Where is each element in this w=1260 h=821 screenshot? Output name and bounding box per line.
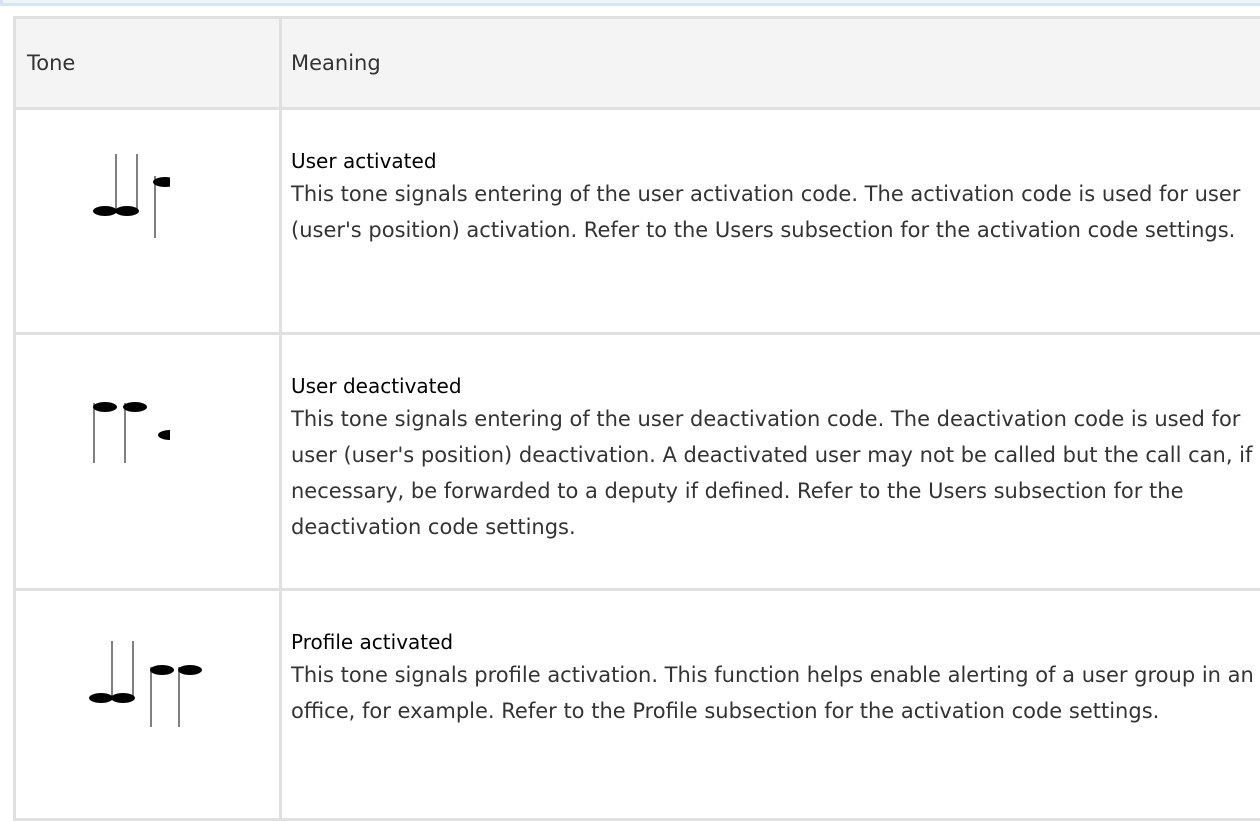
- table-header-row: Tone Meaning: [15, 18, 1260, 109]
- tone-description: This tone signals entering of the user a…: [291, 176, 1260, 248]
- table-row: Profile activated This tone signals prof…: [15, 590, 1260, 820]
- meaning-cell: User deactivated This tone signals enter…: [281, 334, 1260, 590]
- meaning-column-header: Meaning: [281, 18, 1260, 109]
- tone-cell: [15, 109, 281, 334]
- tone-title: User activated: [291, 146, 1260, 176]
- tone-title: User deactivated: [291, 371, 1260, 401]
- profile-activated-tone-icon: [86, 637, 206, 727]
- tone-cell: [15, 590, 281, 820]
- table-row: User deactivated This tone signals enter…: [15, 334, 1260, 590]
- meaning-cell: User activated This tone signals enterin…: [281, 109, 1260, 334]
- tone-cell: [15, 334, 281, 590]
- tone-title: Profile activated: [291, 627, 1260, 657]
- tone-description: This tone signals profile activation. Th…: [291, 657, 1260, 729]
- user-activated-tone-icon: [90, 152, 170, 242]
- tone-column-header: Tone: [15, 18, 281, 109]
- tone-description: This tone signals entering of the user d…: [291, 401, 1260, 545]
- top-info-strip: [0, 0, 1260, 6]
- user-deactivated-tone-icon: [90, 377, 170, 467]
- tone-table: Tone Meaning User activated: [13, 16, 1260, 821]
- table-row: User activated This tone signals enterin…: [15, 109, 1260, 334]
- meaning-cell: Profile activated This tone signals prof…: [281, 590, 1260, 820]
